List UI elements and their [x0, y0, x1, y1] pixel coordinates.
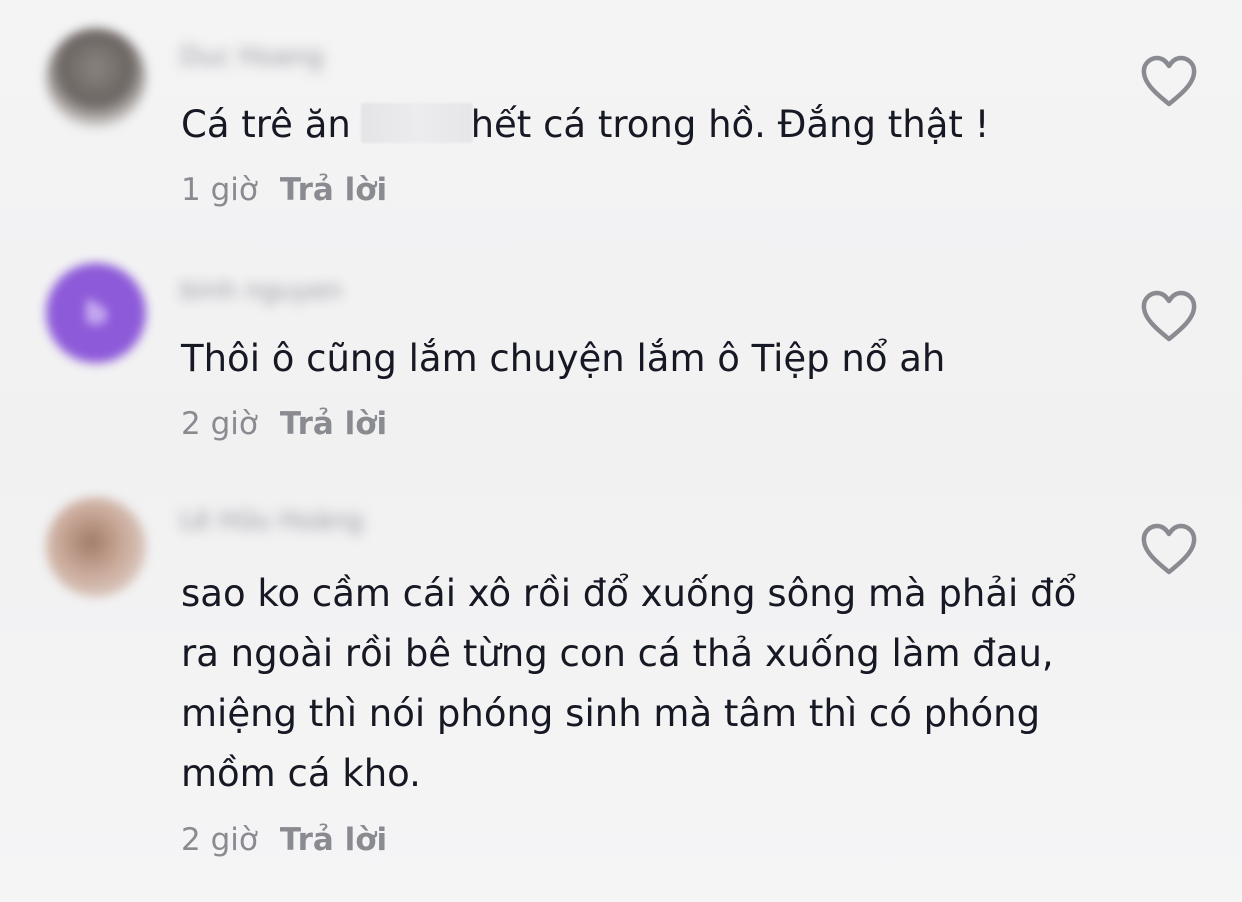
comment-meta: 2 giờ Trả lời [181, 406, 387, 442]
avatar[interactable] [46, 28, 146, 128]
reply-button[interactable]: Trả lời [280, 172, 387, 208]
avatar[interactable] [46, 497, 146, 597]
comment-timestamp: 2 giờ [181, 406, 258, 442]
avatar-letter: b [85, 295, 107, 331]
comment-text: Cá trê ăn hết cá trong hồ. Đắng thật ! [181, 95, 1101, 155]
comment-text: Thôi ô cũng lắm chuyện lắm ô Tiệp nổ ah [181, 337, 946, 380]
heart-outline-icon[interactable] [1140, 522, 1198, 576]
reply-button[interactable]: Trả lời [280, 822, 387, 858]
comment-text-part: hết cá trong hồ. Đắng thật ! [470, 103, 990, 146]
comment-text: sao ko cầm cái xô rồi đổ xuống sông mà p… [181, 572, 1077, 795]
comment-username[interactable]: Duc Hoang [180, 42, 323, 72]
redacted-text-block [360, 103, 473, 143]
avatar[interactable]: b [46, 263, 146, 363]
heart-outline-icon[interactable] [1140, 54, 1198, 108]
comment-username[interactable]: binh nguyen [180, 276, 342, 306]
reply-button[interactable]: Trả lời [280, 406, 387, 442]
heart-outline-icon [1141, 55, 1197, 107]
heart-outline-icon [1141, 523, 1197, 575]
heart-outline-icon[interactable] [1140, 289, 1198, 343]
comment-timestamp: 2 giờ [181, 822, 258, 858]
comment-username[interactable]: Lê Hữu Hoàng [180, 506, 363, 536]
comment-list: Duc Hoang Cá trê ăn hết cá trong hồ. Đắn… [0, 0, 1242, 902]
comment-timestamp: 1 giờ [181, 172, 258, 208]
comment-text-part: Cá trê ăn [181, 103, 351, 146]
comment-meta: 1 giờ Trả lời [181, 172, 387, 208]
heart-outline-icon [1141, 290, 1197, 342]
comment-meta: 2 giờ Trả lời [181, 822, 387, 858]
